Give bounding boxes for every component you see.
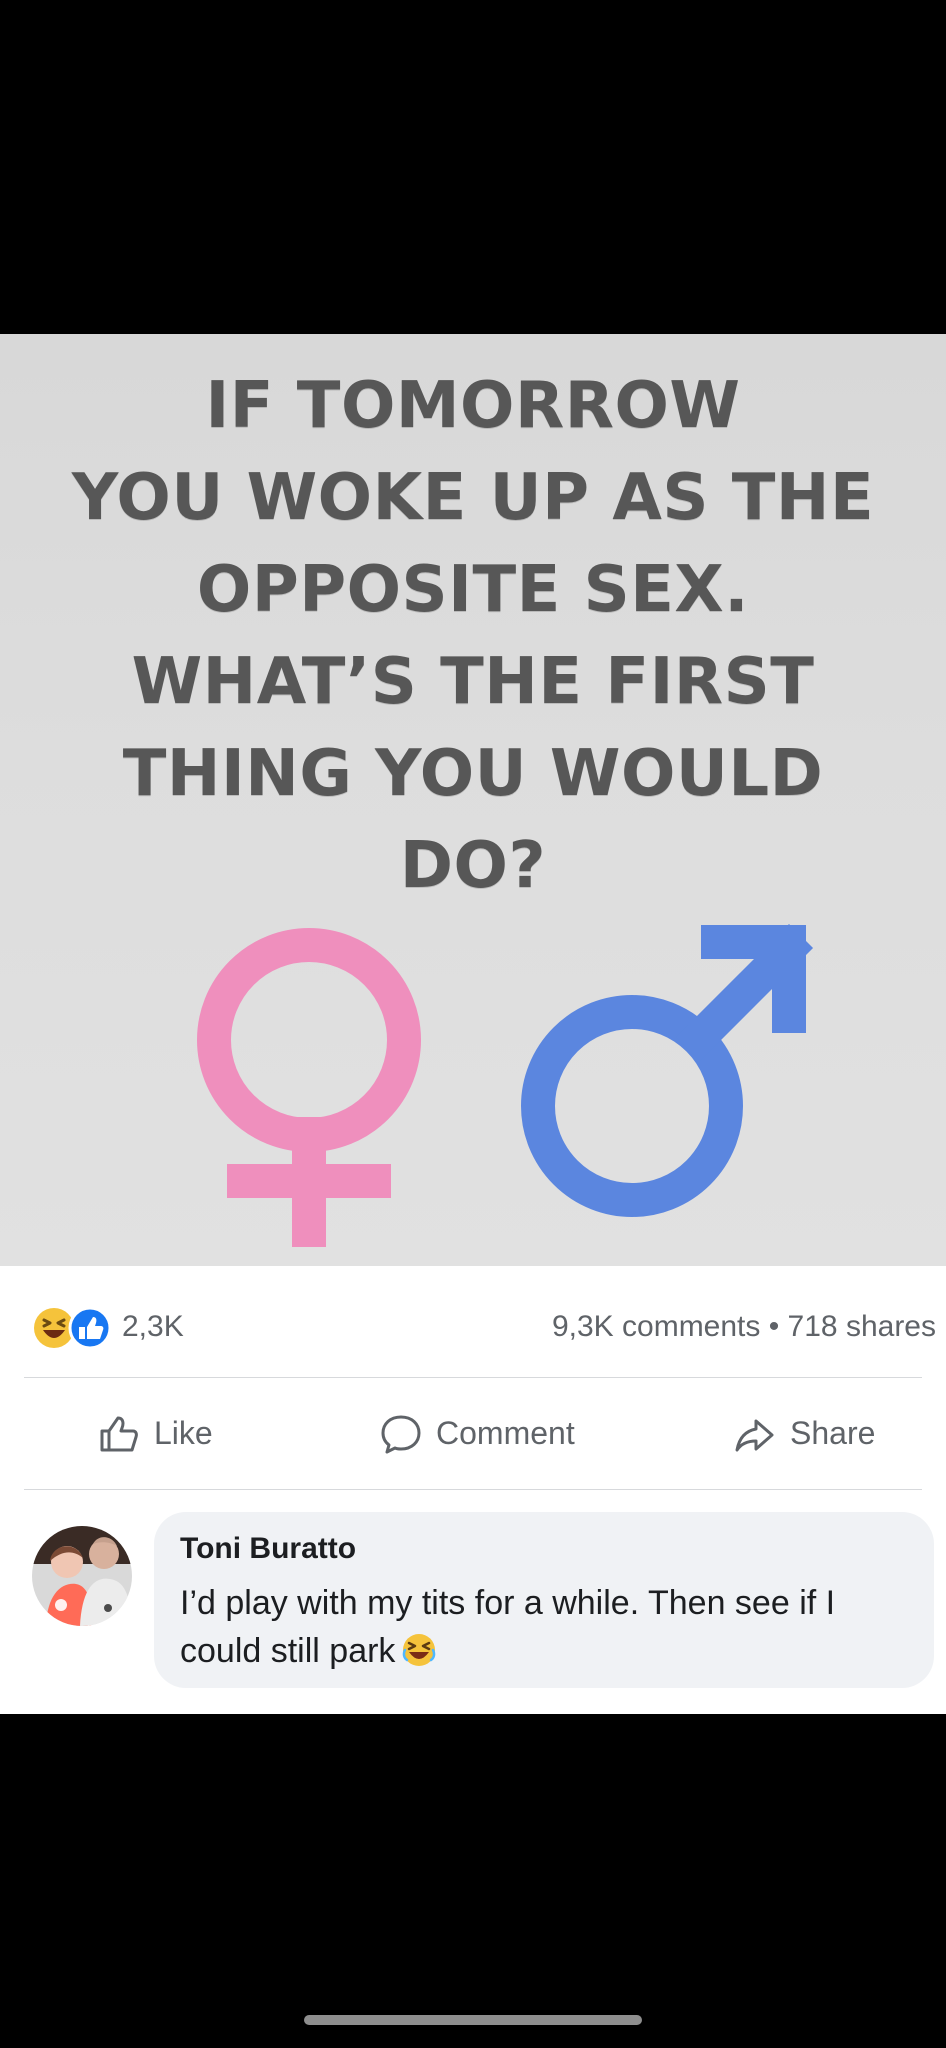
post-image[interactable]: IF TOMORROW YOU WOKE UP AS THE OPPOSITE … bbox=[0, 334, 946, 1266]
reaction-icons[interactable] bbox=[32, 1306, 116, 1350]
share-button[interactable]: Share bbox=[732, 1378, 875, 1489]
laugh-icon bbox=[34, 1308, 74, 1348]
like-label: Like bbox=[154, 1415, 213, 1451]
meme-line-2: YOU WOKE UP AS THE bbox=[71, 461, 875, 535]
top-black-bar bbox=[0, 0, 946, 334]
meme-line-3: OPPOSITE SEX. bbox=[196, 553, 750, 627]
meme-text: IF TOMORROW YOU WOKE UP AS THE OPPOSITE … bbox=[0, 360, 946, 912]
commenter-avatar[interactable] bbox=[32, 1526, 132, 1626]
comment-thread: Toni Buratto I’d play with my tits for a… bbox=[0, 1490, 946, 1714]
comment-author-name[interactable]: Toni Buratto bbox=[180, 1532, 356, 1566]
comment-text: I’d play with my tits for a while. Then … bbox=[180, 1579, 920, 1675]
post-actions: Like Comment Share bbox=[0, 1378, 946, 1489]
post-stats-row: 2,3K 9,3K comments • 718 shares bbox=[0, 1266, 946, 1378]
share-arrow-icon bbox=[735, 1419, 774, 1451]
comment-button[interactable]: Comment bbox=[378, 1378, 575, 1489]
comment-body: I’d play with my tits for a while. Then … bbox=[180, 1584, 836, 1670]
share-label: Share bbox=[790, 1415, 876, 1451]
meme-line-5: THING YOU WOULD bbox=[122, 737, 824, 811]
like-icon bbox=[68, 1306, 112, 1350]
post-footer: 2,3K 9,3K comments • 718 shares Like Com… bbox=[0, 1266, 946, 1714]
reaction-count[interactable]: 2,3K bbox=[122, 1307, 184, 1347]
like-button[interactable]: Like bbox=[96, 1378, 213, 1489]
screenshot-screen: IF TOMORROW YOU WOKE UP AS THE OPPOSITE … bbox=[0, 0, 946, 2048]
comments-shares-summary[interactable]: 9,3K comments • 718 shares bbox=[552, 1307, 936, 1347]
meme-line-1: IF TOMORROW bbox=[205, 369, 741, 443]
thumbs-up-icon bbox=[100, 1416, 138, 1451]
home-indicator[interactable] bbox=[304, 2015, 642, 2025]
meme-line-4: WHAT’S THE FIRST bbox=[131, 645, 815, 719]
bottom-black-bar bbox=[0, 1714, 946, 2048]
gender-symbols bbox=[197, 923, 814, 1247]
male-symbol-icon bbox=[521, 923, 814, 1217]
comment-bubble[interactable]: Toni Buratto I’d play with my tits for a… bbox=[154, 1512, 934, 1688]
female-symbol-icon bbox=[197, 928, 421, 1247]
comment-bubble-icon bbox=[381, 1415, 421, 1453]
laughing-emoji-icon bbox=[403, 1634, 436, 1666]
avatar-photo-icon bbox=[32, 1526, 132, 1626]
comment-label: Comment bbox=[436, 1415, 575, 1451]
